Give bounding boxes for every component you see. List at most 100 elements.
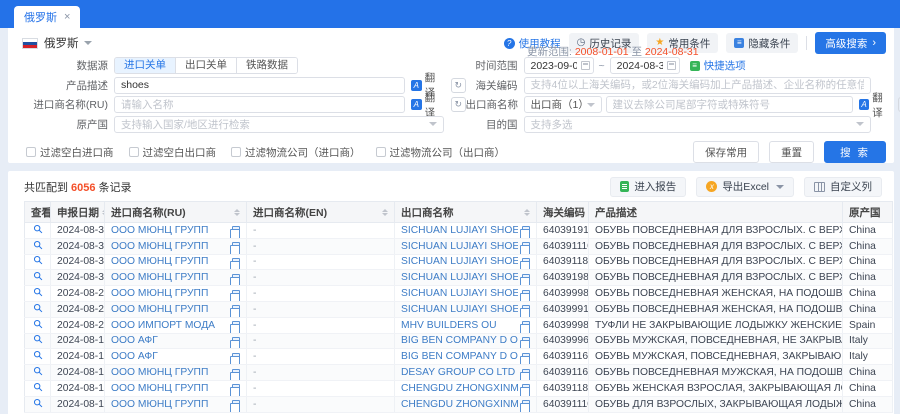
importer-ru-link[interactable]: ООО МЮНЦ ГРУПП: [111, 288, 228, 299]
advanced-search-button[interactable]: 高级搜索: [815, 32, 886, 54]
translate-icon[interactable]: [522, 226, 530, 234]
importer-ru-link[interactable]: ООО ИМПОРТ МОДА: [111, 320, 228, 331]
chevron-down-icon[interactable]: [84, 41, 92, 45]
exporter-link[interactable]: CHENGDU ZHONGXINMIAO TRADING C: [401, 399, 518, 410]
exporter-link[interactable]: SICHUAN LUJIAYI SHOES CO LTD: [401, 304, 518, 315]
translate-icon[interactable]: [232, 369, 240, 377]
exporter-type-select[interactable]: 出口商（1）: [524, 96, 602, 113]
importer-en-cell: -: [247, 333, 395, 349]
tab-railway-data[interactable]: 铁路数据: [237, 58, 297, 73]
country-selector[interactable]: 俄罗斯: [44, 35, 79, 51]
filter-logistics-exporter-checkbox[interactable]: 过滤物流公司（出口商）: [376, 145, 506, 160]
translate-icon[interactable]: [522, 337, 530, 345]
exporter-link[interactable]: MHV BUILDERS OU: [401, 320, 518, 331]
exporter-link[interactable]: DESAY GROUP CO LTD: [401, 367, 518, 378]
col-exporter[interactable]: 出口商名称: [395, 202, 537, 223]
exporter-input[interactable]: [606, 96, 853, 113]
view-row-button[interactable]: [33, 398, 43, 408]
view-row-button[interactable]: [33, 255, 43, 265]
tab-export-declarations[interactable]: 出口关单: [176, 58, 237, 73]
table-row: 2024-08-16 ООО МЮНЦ ГРУПП - CHENGDU ZHON…: [25, 380, 893, 396]
importer-input[interactable]: [114, 96, 405, 113]
translate-icon[interactable]: [522, 400, 530, 408]
col-declare-date[interactable]: 申报日期: [51, 202, 105, 223]
hs-code-input[interactable]: [524, 77, 871, 94]
importer-ru-link[interactable]: ООО МЮНЦ ГРУПП: [111, 272, 228, 283]
view-row-button[interactable]: [33, 319, 43, 329]
translate-icon[interactable]: [232, 290, 240, 298]
col-importer-ru[interactable]: 进口商名称(RU): [105, 202, 247, 223]
exporter-link[interactable]: BIG BEN COMPANY D O O FROM BEST T: [401, 351, 518, 362]
sort-icon[interactable]: [234, 209, 240, 216]
translate-icon[interactable]: [522, 384, 530, 392]
importer-ru-link[interactable]: ООО МЮНЦ ГРУПП: [111, 383, 228, 394]
translate-icon[interactable]: [522, 242, 530, 250]
translate-icon[interactable]: [522, 305, 530, 313]
translate-icon[interactable]: [522, 274, 530, 282]
importer-ru-link[interactable]: ООО МЮНЦ ГРУПП: [111, 256, 228, 267]
translate-icon[interactable]: [232, 274, 240, 282]
sort-icon[interactable]: [524, 209, 530, 216]
quick-options-link[interactable]: 快捷选项: [690, 58, 746, 73]
search-button[interactable]: 搜 索: [824, 141, 886, 163]
exporter-link[interactable]: CHENGDU ZHONGXINMIAO TRADING C: [401, 383, 518, 394]
translate-icon[interactable]: [232, 337, 240, 345]
importer-ru-link[interactable]: ООО МЮНЦ ГРУПП: [111, 399, 228, 410]
col-importer-en[interactable]: 进口商名称(EN): [247, 202, 395, 223]
translate-icon[interactable]: [232, 226, 240, 234]
view-row-button[interactable]: [33, 382, 43, 392]
view-row-button[interactable]: [33, 350, 43, 360]
date-start-field[interactable]: [524, 57, 594, 74]
view-row-button[interactable]: [33, 271, 43, 281]
filter-logistics-importer-checkbox[interactable]: 过滤物流公司（进口商）: [231, 145, 361, 160]
enter-report-button[interactable]: 进入报告: [610, 177, 686, 197]
sort-icon[interactable]: [382, 209, 388, 216]
translate-icon[interactable]: [232, 400, 240, 408]
translate-icon[interactable]: [522, 321, 530, 329]
translate-icon[interactable]: [232, 258, 240, 266]
date-end-field[interactable]: [610, 57, 680, 74]
reset-button[interactable]: 重置: [769, 141, 814, 163]
export-excel-button[interactable]: 导出Excel: [696, 177, 794, 197]
translate-icon[interactable]: [232, 305, 240, 313]
translate-icon[interactable]: [522, 369, 530, 377]
history-icon[interactable]: [451, 97, 466, 112]
importer-ru-link[interactable]: ООО АФГ: [111, 351, 228, 362]
exporter-link[interactable]: BIG BEN COMPANY D O O FROM BEST T: [401, 335, 518, 346]
customize-columns-button[interactable]: 自定义列: [804, 177, 882, 197]
origin-country-select[interactable]: 支持输入国家/地区进行检索: [114, 116, 444, 133]
view-row-button[interactable]: [33, 224, 43, 234]
importer-ru-link[interactable]: ООО МЮНЦ ГРУПП: [111, 367, 228, 378]
tab-import-declarations[interactable]: 进口关单: [115, 58, 176, 73]
view-row-button[interactable]: [33, 366, 43, 376]
translate-icon[interactable]: [232, 384, 240, 392]
dest-country-select[interactable]: 支持多选: [524, 116, 871, 133]
importer-ru-link[interactable]: ООО МЮНЦ ГРУПП: [111, 225, 228, 236]
translate-icon[interactable]: [232, 353, 240, 361]
exporter-link[interactable]: SICHUAN LUJIAYI SHOES CO LTD: [401, 272, 518, 283]
view-row-button[interactable]: [33, 334, 43, 344]
view-row-button[interactable]: [33, 303, 43, 313]
importer-ru-link[interactable]: ООО МЮНЦ ГРУПП: [111, 241, 228, 252]
filter-blank-exporter-checkbox[interactable]: 过滤空白出口商: [129, 145, 217, 160]
hide-conditions-button[interactable]: 隐藏条件: [726, 33, 798, 53]
exporter-link[interactable]: SICHUAN LUJIAYI SHOES CO LTD: [401, 256, 518, 267]
view-row-button[interactable]: [33, 240, 43, 250]
history-icon[interactable]: [451, 78, 466, 93]
exporter-link[interactable]: SICHUAN LUJIAYI SHOES CO LTD: [401, 241, 518, 252]
tab-russia[interactable]: 俄罗斯 ×: [14, 6, 80, 28]
filter-blank-importer-checkbox[interactable]: 过滤空白进口商: [26, 145, 114, 160]
exporter-link[interactable]: SICHUAN LUJIAYI SHOES CO LTD: [401, 288, 518, 299]
translate-icon[interactable]: [522, 290, 530, 298]
translate-icon[interactable]: [232, 321, 240, 329]
importer-ru-link[interactable]: ООО МЮНЦ ГРУПП: [111, 304, 228, 315]
exporter-link[interactable]: SICHUAN LUJIAYI SHOES CO LTD: [401, 225, 518, 236]
close-icon[interactable]: ×: [64, 11, 70, 23]
translate-icon[interactable]: [232, 242, 240, 250]
save-favorite-button[interactable]: 保存常用: [693, 141, 759, 163]
importer-ru-link[interactable]: ООО АФГ: [111, 335, 228, 346]
translate-icon[interactable]: [522, 258, 530, 266]
product-desc-input[interactable]: [114, 77, 405, 94]
view-row-button[interactable]: [33, 287, 43, 297]
translate-icon[interactable]: [522, 353, 530, 361]
